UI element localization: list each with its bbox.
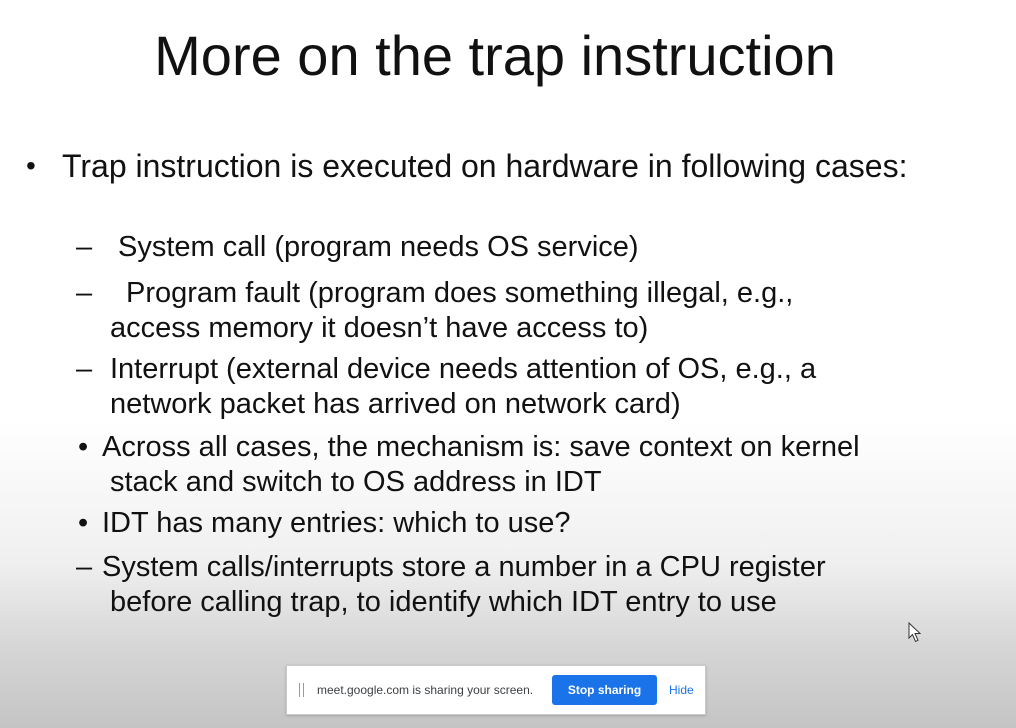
subbullet-text: System call (program needs OS service) (118, 231, 639, 263)
stop-sharing-button[interactable]: Stop sharing (552, 675, 657, 705)
subbullet-text-continued: network packet has arrived on network ca… (110, 388, 681, 420)
dash-marker: – (76, 231, 93, 263)
mouse-pointer-icon (908, 622, 922, 643)
bullet-text: Across all cases, the mechanism is: save… (102, 431, 860, 463)
slide-title: More on the trap instruction (154, 24, 836, 87)
bullet-text: IDT has many entries: which to use? (102, 507, 571, 539)
subbullet-text: Interrupt (external device needs attenti… (110, 353, 817, 385)
dash-marker: – (76, 353, 93, 385)
hide-link[interactable]: Hide (669, 682, 694, 698)
subbullet-text: System calls/interrupts store a number i… (102, 551, 826, 583)
subbullet-text-continued: access memory it doesn’t have access to) (110, 312, 649, 344)
dash-marker: – (76, 277, 93, 309)
bullet-text-continued: stack and switch to OS address in IDT (110, 466, 602, 498)
bullet-marker: • (78, 431, 89, 463)
sharing-message: meet.google.com is sharing your screen. (317, 683, 534, 697)
drag-handle-icon[interactable] (299, 683, 304, 697)
bullet-marker: • (26, 150, 36, 181)
dash-marker: – (76, 551, 93, 583)
bullet-text: Trap instruction is executed on hardware… (62, 148, 908, 184)
bullet-marker: • (78, 507, 89, 539)
subbullet-text-continued: before calling trap, to identify which I… (110, 586, 777, 618)
subbullet-text: Program fault (program does something il… (126, 277, 794, 309)
screen-share-bar: meet.google.com is sharing your screen. … (286, 665, 706, 715)
